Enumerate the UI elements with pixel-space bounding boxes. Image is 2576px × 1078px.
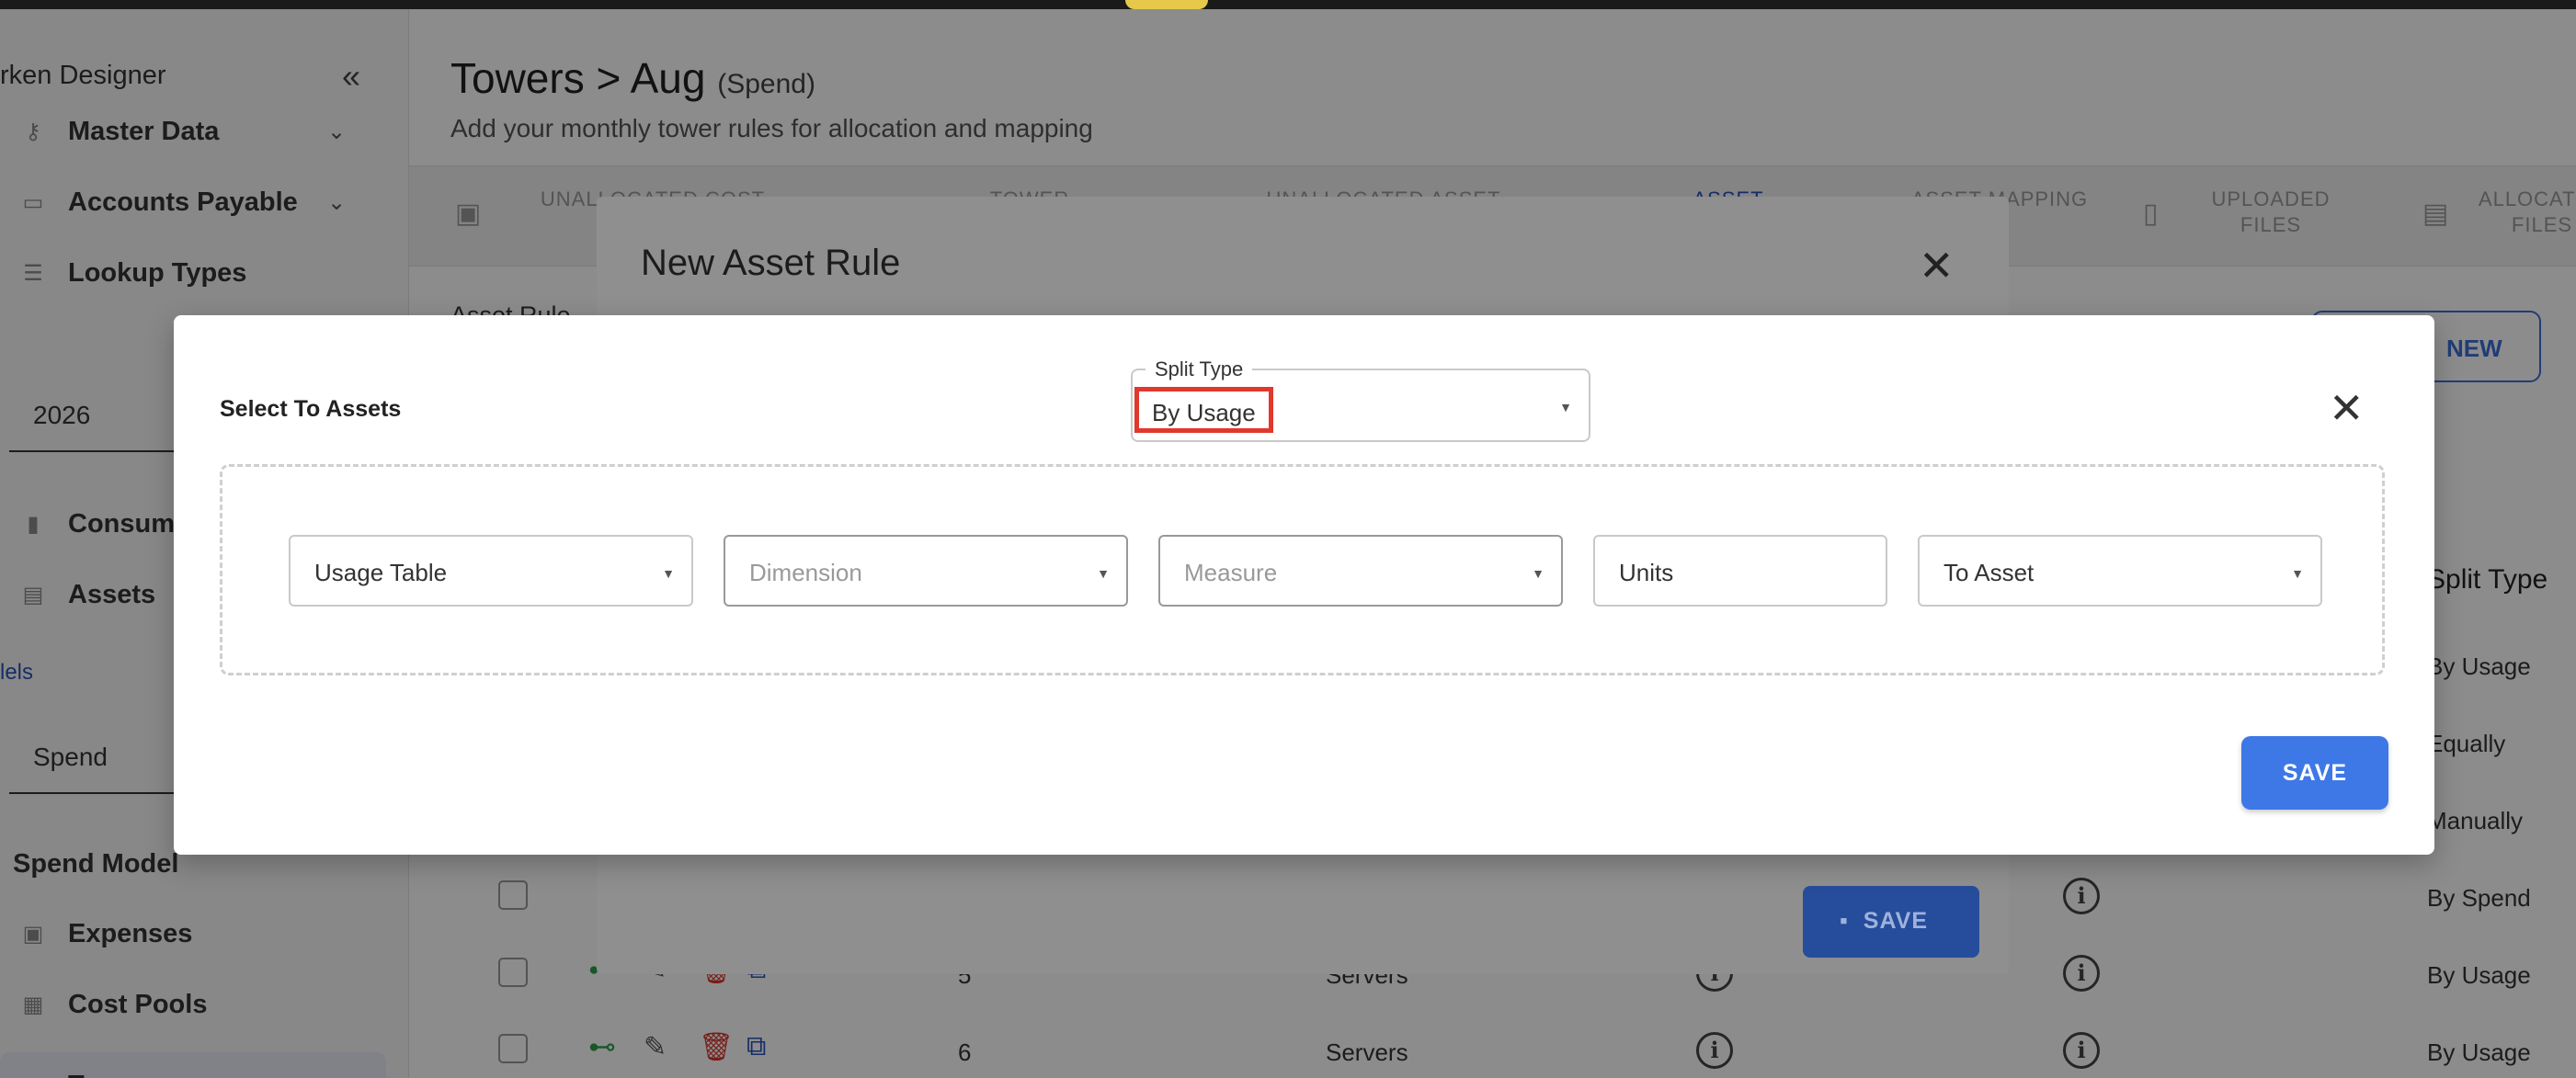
split-type-label: Split Type [1146,357,1253,381]
top-bar [0,0,2576,9]
caret-down-icon: ▼ [1559,400,1572,414]
caret-down-icon: ▼ [662,566,675,581]
measure-select[interactable]: Measure ▼ [1158,535,1563,607]
usage-table-select[interactable]: Usage Table ▼ [289,535,693,607]
split-type-select[interactable]: Split Type By Usage ▼ [1131,357,1590,442]
units-input[interactable]: Units [1593,535,1887,607]
asset-rule-row: Usage Table ▼ Dimension ▼ Measure ▼ Unit… [220,464,2385,675]
caret-down-icon: ▼ [1097,566,1110,581]
close-icon[interactable]: ✕ [1919,241,1955,290]
select-to-assets-dialog: Select To Assets Split Type By Usage ▼ ✕… [174,315,2434,855]
close-icon[interactable]: ✕ [2329,383,2365,433]
top-notch [1125,0,1208,9]
dialog-title: New Asset Rule [641,243,901,283]
to-asset-select[interactable]: To Asset ▼ [1918,535,2322,607]
caret-down-icon: ▼ [1532,566,1544,581]
dialog-heading: Select To Assets [220,396,402,422]
caret-down-icon: ▼ [2291,566,2304,581]
split-type-value: By Usage [1134,387,1273,433]
save-button[interactable]: ▪ SAVE [1803,886,1979,958]
dimension-select[interactable]: Dimension ▼ [724,535,1128,607]
save-button[interactable]: SAVE [2241,736,2388,810]
save-icon: ▪ [1840,908,1849,934]
